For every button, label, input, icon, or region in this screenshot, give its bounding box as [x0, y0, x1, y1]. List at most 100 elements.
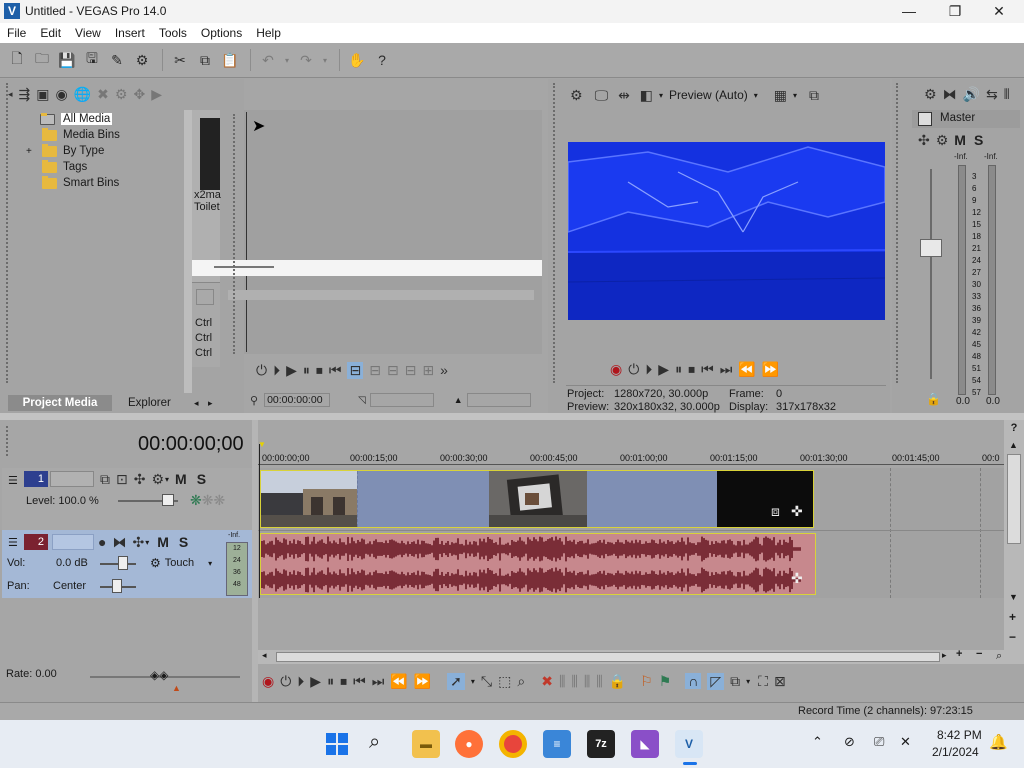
menu-view[interactable]: View: [68, 23, 108, 40]
go-to-start-icon[interactable]: ⏮: [329, 362, 342, 379]
menu-insert[interactable]: Insert: [108, 23, 152, 40]
chevron-down-icon[interactable]: ▾: [471, 677, 475, 686]
pause-icon[interactable]: ⏸: [675, 361, 682, 378]
import-media-icon[interactable]: ⇶: [19, 86, 31, 103]
media-fx-icon[interactable]: ⚙: [115, 86, 128, 103]
ripple-edit-icon[interactable]: ⧉: [730, 673, 740, 690]
firefox-icon[interactable]: ●: [455, 730, 483, 758]
record-icon[interactable]: ◉: [610, 361, 622, 378]
enable-snapping-icon[interactable]: ∩: [685, 673, 702, 689]
track-2-mute-button[interactable]: M: [157, 534, 169, 550]
track-collapse-icon[interactable]: ☰: [8, 536, 18, 549]
save-icon[interactable]: 💾: [56, 49, 78, 71]
play-preview-icon[interactable]: ▶: [151, 86, 162, 103]
show-hidden-icons-icon[interactable]: ⌃: [812, 734, 823, 750]
open-folder-icon[interactable]: 🗀: [31, 49, 53, 71]
panel-grip[interactable]: [896, 83, 900, 383]
new-file-icon[interactable]: 🗋: [6, 49, 28, 71]
capture-video-icon[interactable]: ▣: [36, 86, 49, 103]
tree-splitter[interactable]: [184, 110, 192, 393]
play-icon[interactable]: ▶: [286, 362, 297, 379]
chevron-down-icon[interactable]: ▾: [659, 91, 663, 100]
get-media-web-icon[interactable]: ◉: [56, 86, 68, 103]
go-to-start-icon[interactable]: ⏮: [353, 673, 366, 690]
chevron-down-icon[interactable]: ▾: [145, 538, 149, 547]
record-icon[interactable]: ◉: [262, 673, 274, 690]
lock-icon[interactable]: 🔒: [609, 673, 626, 690]
audio-event[interactable]: ✜: [260, 533, 816, 595]
go-to-end-icon[interactable]: ⏭: [372, 673, 385, 690]
go-to-end-icon[interactable]: ⏭: [720, 361, 733, 378]
trim-icon[interactable]: ⫼: [559, 673, 565, 690]
timeline-grip[interactable]: [6, 426, 10, 456]
track-fx-icon[interactable]: ⚙: [151, 471, 164, 488]
zoom-tool-icon[interactable]: ⌕: [517, 673, 525, 690]
tree-item-smart-bins[interactable]: Smart Bins: [42, 175, 119, 191]
trim-start-icon[interactable]: ⫼: [571, 673, 577, 690]
track-2-header[interactable]: ☰ 2 ● ⧓ ✣ ▾ M S Vol: 0.0 dB ⚙ Touch ▾ Pa…: [2, 530, 252, 598]
scroll-down-icon[interactable]: ▼: [1009, 592, 1018, 602]
add-fit-icon[interactable]: ⊟: [405, 362, 417, 379]
globe-icon[interactable]: 🌐: [74, 86, 91, 103]
normal-edit-tool-icon[interactable]: ➚: [447, 672, 465, 690]
tab-explorer[interactable]: Explorer: [128, 395, 171, 411]
undo-dropdown-icon[interactable]: ▾: [282, 49, 292, 71]
downmix-icon[interactable]: ⧓: [943, 86, 957, 103]
zoom-out-vertical-icon[interactable]: −: [1009, 630, 1016, 644]
track-name-input[interactable]: [50, 471, 94, 487]
menu-tools[interactable]: Tools: [152, 23, 194, 40]
lock-faders-icon[interactable]: ⫴: [1004, 86, 1010, 103]
menu-file[interactable]: File: [0, 23, 33, 40]
invert-phase-icon[interactable]: ⧓: [112, 534, 126, 551]
trimmer-grip[interactable]: [233, 114, 237, 354]
event-fx-icon[interactable]: ✜: [791, 503, 803, 520]
scroll-up-icon[interactable]: ▲: [1009, 440, 1018, 450]
copy-snapshot-icon[interactable]: ⧉: [809, 87, 819, 104]
chevron-down-icon[interactable]: ▾: [165, 475, 169, 484]
close-button[interactable]: ✕: [976, 0, 1022, 23]
go-to-start-icon[interactable]: ⏮: [701, 361, 714, 378]
compositing-child-icon[interactable]: ⊡: [116, 471, 128, 488]
composite-color-icon[interactable]: ❋: [190, 492, 202, 509]
chrome-icon[interactable]: [499, 730, 527, 758]
panel-grip[interactable]: [6, 83, 10, 383]
insert-region-icon[interactable]: ⚑: [659, 673, 672, 690]
event-pan-crop-icon[interactable]: ⧈: [771, 503, 780, 520]
track-1-header[interactable]: ☰ 1 ⧉ ⊡ ✣ ⚙ ▾ M S Level: 100.0 % ❋ ❋ ❋: [2, 468, 252, 530]
master-fader-handle[interactable]: [920, 239, 942, 257]
timeline-horizontal-scrollbar[interactable]: ◂ ▸ + − ⌕: [258, 648, 1024, 664]
track-motion-icon[interactable]: ✣: [134, 471, 146, 488]
menu-edit[interactable]: Edit: [33, 23, 68, 40]
clock-date[interactable]: 2/1/2024: [932, 745, 979, 759]
split-screen-icon[interactable]: ⇹: [618, 87, 630, 104]
pan-slider-handle[interactable]: [112, 579, 122, 593]
clock-time[interactable]: 8:42 PM: [937, 728, 982, 742]
zoom-tool-icon[interactable]: ⌕: [996, 650, 1002, 663]
record-arm-icon[interactable]: ●: [98, 534, 106, 550]
rate-slider-handle-icon[interactable]: ◈◈: [150, 668, 168, 682]
trim-end-icon[interactable]: ⫼: [584, 673, 590, 690]
maximize-button[interactable]: ❐: [932, 0, 978, 23]
render-icon[interactable]: ✎: [106, 49, 128, 71]
play-from-start-icon[interactable]: ⏵: [273, 362, 280, 379]
display-icon[interactable]: ⎚: [874, 734, 884, 750]
add-to-timeline-icon[interactable]: ⊟: [347, 361, 364, 379]
play-from-start-icon[interactable]: ⏵: [297, 673, 304, 690]
preview-quality-dropdown[interactable]: Preview (Auto): [669, 88, 748, 102]
7zip-icon[interactable]: 7z: [587, 730, 615, 758]
master-fx-icon[interactable]: ⚙: [936, 132, 949, 149]
selection-tool-icon[interactable]: ⬚: [498, 673, 511, 690]
loop-playback-icon[interactable]: ⏻: [280, 673, 291, 690]
previous-frame-icon[interactable]: ⏪: [738, 361, 755, 378]
track-fx-icon[interactable]: ✣: [132, 534, 144, 551]
event-fx-icon[interactable]: ✜: [791, 570, 803, 587]
play-icon[interactable]: ▶: [658, 361, 669, 378]
preview-fx-icon[interactable]: ◧: [640, 87, 653, 104]
track-1-solo-button[interactable]: S: [197, 471, 206, 487]
play-icon[interactable]: ▶: [310, 673, 321, 690]
scroll-thumb[interactable]: [1007, 454, 1021, 544]
ignore-grouping-icon[interactable]: ⊠: [774, 673, 786, 690]
paste-icon[interactable]: 📋: [219, 49, 241, 71]
tree-item-media-bins[interactable]: Media Bins: [42, 127, 120, 143]
chevron-down-icon[interactable]: ▾: [746, 677, 750, 686]
